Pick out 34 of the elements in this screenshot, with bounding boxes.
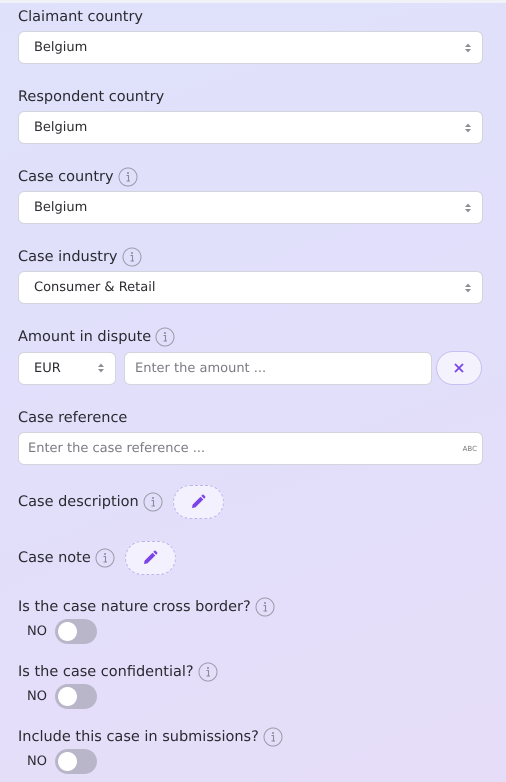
field-label: Case description [18,494,139,510]
field-label: Is the case confidential? [18,664,194,680]
select-field[interactable]: Belgium [18,111,483,144]
edit-button[interactable] [124,541,176,575]
sort-arrows-icon [464,282,472,294]
toggle-switch[interactable] [54,749,97,774]
select-field[interactable]: Belgium [18,191,483,224]
field-label: Case note [18,550,91,566]
pencil-icon [142,550,158,566]
sort-arrows-icon [97,362,105,374]
field-label: Case industry [18,249,118,265]
field-label: Include this case in submissions? [18,729,259,745]
select-field[interactable]: Belgium [18,31,483,64]
field-label: Respondent country [18,89,164,105]
toggle-switch[interactable] [54,684,97,709]
sort-arrows-icon [464,42,472,54]
select-field[interactable]: Consumer & Retail [18,271,483,304]
field-label: Case country [18,169,114,185]
currency-select[interactable]: EUR [18,352,116,384]
edit-button[interactable] [172,485,224,519]
toggle-state-label: NO [27,689,47,704]
field-label: Is the case nature cross border? [18,599,251,615]
toggle-state-label: NO [27,754,47,769]
field-label: Amount in dispute [18,329,152,345]
amount-field[interactable]: Enter the amount ... [124,352,432,384]
field-label: Case reference [18,410,128,426]
toggle-switch[interactable] [54,619,97,644]
sort-arrows-icon [464,202,472,214]
toggle-state-label: NO [27,624,47,639]
clear-button[interactable] [436,351,482,385]
sort-arrows-icon [464,122,472,134]
close-icon [454,363,464,373]
field-label: Claimant country [18,9,144,25]
pencil-icon [190,494,206,510]
